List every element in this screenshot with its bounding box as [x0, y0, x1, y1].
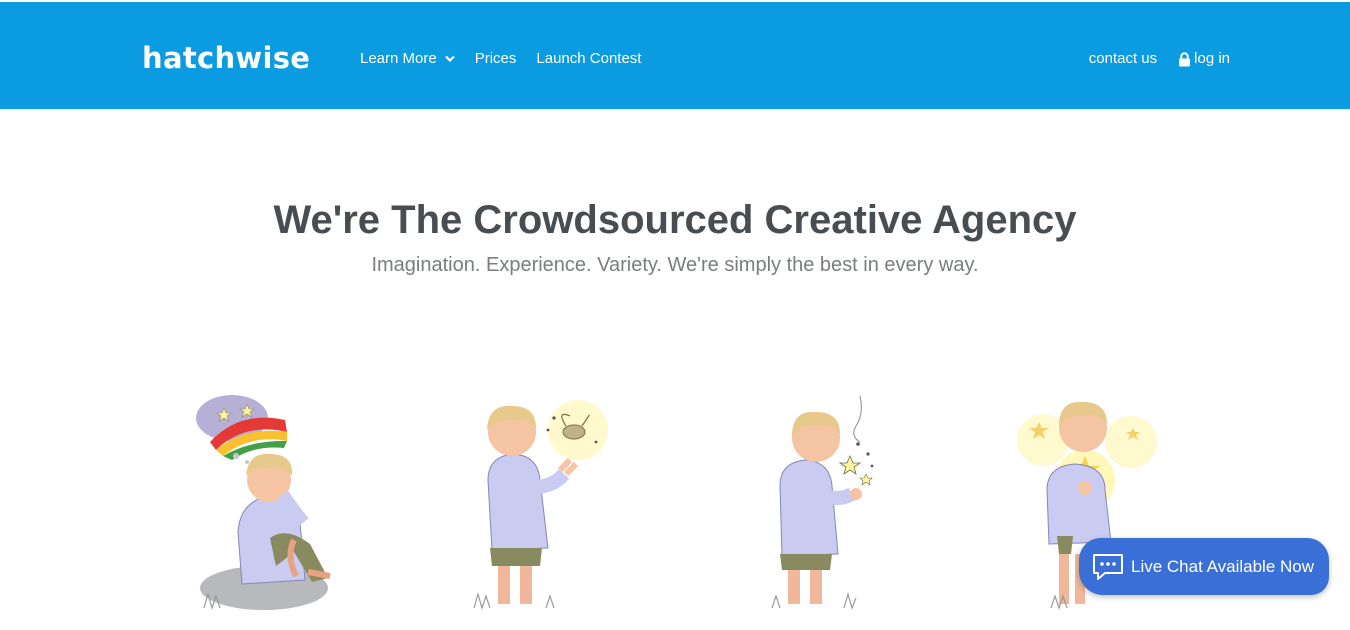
lock-icon [1178, 51, 1191, 67]
hatchwise-logo[interactable]: hatchwise [142, 40, 310, 76]
boy-with-stars-illustration [768, 390, 918, 612]
hero-title: We're The Crowdsourced Creative Agency [273, 198, 1077, 242]
nav-prices[interactable]: Prices [475, 49, 517, 69]
main-nav: Learn More Prices Launch Contest [360, 49, 661, 69]
contact-us-link[interactable]: contact us [1089, 49, 1157, 69]
chat-bubble-icon [1091, 552, 1125, 582]
boy-with-firefly-illustration [470, 390, 620, 612]
account-nav: contact us log in [1068, 49, 1230, 69]
top-nav-bar: hatchwise Learn More Prices Launch Conte… [0, 2, 1350, 109]
login-link[interactable]: log in [1178, 49, 1230, 69]
live-chat-button[interactable]: Live Chat Available Now [1079, 538, 1329, 595]
live-chat-label: Live Chat Available Now [1131, 556, 1315, 576]
nav-learn-more[interactable]: Learn More [360, 49, 455, 69]
nav-launch-contest[interactable]: Launch Contest [536, 49, 641, 69]
boy-dreaming-rainbow-cloud-illustration [190, 390, 340, 612]
hero-subtitle: Imagination. Experience. Variety. We're … [371, 254, 979, 276]
chevron-down-icon [444, 55, 455, 63]
nav-learn-more-label: Learn More [360, 50, 437, 67]
login-label: log in [1194, 50, 1230, 67]
